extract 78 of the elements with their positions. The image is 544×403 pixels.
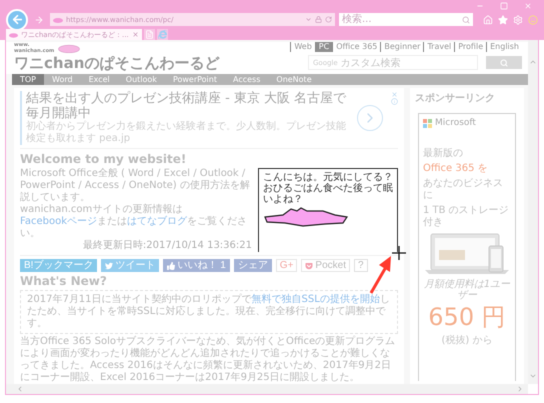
search-icon bbox=[500, 58, 508, 66]
maximize-icon[interactable] bbox=[500, 2, 508, 10]
lock-icon bbox=[315, 16, 322, 23]
cloud-icon bbox=[53, 16, 63, 22]
speech-text: おひるごはん食べた後って眠いよね？ bbox=[263, 183, 393, 205]
speech-text: こんにちは。元気にしてる？ bbox=[263, 172, 393, 183]
smiley-icon[interactable] bbox=[528, 14, 538, 24]
ad-text: あなたのビジネスに bbox=[423, 178, 504, 202]
nav-tab[interactable]: PowerPoint bbox=[164, 74, 225, 85]
pointer-arrow bbox=[368, 255, 394, 295]
last-updated-text: 最終更新日時:2017/10/14 13:36:21 bbox=[82, 240, 252, 252]
info-icon[interactable] bbox=[391, 98, 398, 105]
share-button[interactable]: B!ブックマーク bbox=[20, 259, 98, 272]
nav-tab[interactable]: Outlook bbox=[118, 74, 165, 85]
search-icon[interactable] bbox=[462, 16, 470, 24]
windows-logo-icon bbox=[423, 118, 432, 128]
share-button[interactable]: ツイート bbox=[101, 259, 160, 272]
ad-close-icon[interactable] bbox=[391, 91, 398, 98]
scroll-down-icon[interactable] bbox=[529, 372, 537, 380]
dropdown-icon[interactable] bbox=[305, 16, 312, 23]
scroll-left-icon[interactable] bbox=[16, 385, 24, 393]
text-link[interactable]: 無料で独自SSLの提供を開始 bbox=[252, 294, 380, 305]
site-search-button[interactable] bbox=[486, 56, 522, 69]
text-link[interactable]: はてなブログ bbox=[127, 216, 187, 227]
nav-tab[interactable]: Word bbox=[44, 74, 81, 85]
top-link[interactable]: PC bbox=[314, 42, 332, 52]
top-link[interactable]: Beginner bbox=[380, 42, 424, 52]
notice-text: 2017年7月11日に当サイト契約中のロリポップで無料で独自SSLの提供を開始したため、当サイトを常時SSLに対応しました。現在、完全移行に向けて調整中です。 bbox=[20, 290, 398, 334]
cloud-icon bbox=[9, 32, 18, 38]
crosshair-cursor-icon bbox=[392, 246, 406, 260]
settings-icon[interactable] bbox=[513, 14, 523, 24]
refresh-icon[interactable] bbox=[325, 16, 332, 23]
star-icon[interactable] bbox=[498, 14, 508, 24]
search-field[interactable]: 検索... bbox=[339, 13, 473, 26]
section-heading: Welcome to my website! bbox=[20, 152, 188, 166]
welcome-text: Microsoft Office全般 ( Word / Excel / Outlook / PowerPoint / Access / OneNote) の使用方法を解説しています。 bbox=[20, 168, 251, 204]
price-note: (税抜) から bbox=[440, 334, 494, 347]
home-icon[interactable] bbox=[483, 14, 493, 24]
close-icon[interactable] bbox=[132, 31, 139, 38]
back-arrow-icon bbox=[10, 13, 24, 26]
back-button[interactable] bbox=[6, 8, 28, 30]
vertical-scrollbar[interactable] bbox=[528, 40, 538, 384]
top-link[interactable]: English bbox=[486, 42, 522, 52]
share-button[interactable]: いいね！ 1 bbox=[163, 259, 230, 272]
scroll-right-icon[interactable] bbox=[516, 385, 524, 393]
browser-logo-icon[interactable] bbox=[156, 29, 168, 40]
ad-text: Office 365 を bbox=[423, 163, 489, 175]
ad-next-button[interactable] bbox=[357, 105, 383, 131]
share-button[interactable]: Pocket bbox=[301, 259, 350, 272]
top-link[interactable]: Profile bbox=[454, 42, 486, 52]
price-text: 650 円 bbox=[427, 304, 507, 330]
ad-headline[interactable]: 結果を出す人のプレゼン技術講座 - 東京 大阪 名古屋で毎月開講中 bbox=[26, 91, 349, 121]
share-button[interactable]: シェア bbox=[234, 259, 272, 272]
new-tab-icon[interactable] bbox=[144, 29, 155, 40]
pocket-icon bbox=[305, 262, 314, 270]
scroll-up-icon[interactable] bbox=[529, 58, 537, 66]
horizontal-scrollbar[interactable] bbox=[6, 384, 528, 394]
share-button[interactable]: G+ bbox=[276, 259, 298, 272]
site-title: ワニchanのぱそこんわーるど bbox=[14, 54, 220, 72]
text-link[interactable]: Facebookページ bbox=[20, 216, 97, 227]
brand-text: Microsoft bbox=[435, 118, 476, 128]
news-text: 当方Office 365 Soloサブスクライバーなため、気が付くとOfficeの更新プログラムにより画面が変わったり機能がどんどん追加されたりで追っかけることが難しくなってきました。Access 2016はそんなに頻繁に更新されないため、2017年9月2日にコーナー開設、Excel 2016コーナーは2017年9月25日に開設しました。 bbox=[20, 336, 396, 384]
price-caption: 月額使用料は1ユーザー bbox=[423, 279, 511, 301]
sidebar-heading: スポンサーリンク bbox=[415, 92, 495, 105]
share-button[interactable]: ? bbox=[354, 259, 368, 272]
top-link[interactable]: Travel bbox=[423, 42, 454, 52]
welcome-text: wanichan.comサイトの更新情報は Facebookページまたははてなブログをご覧ください。 bbox=[20, 204, 248, 240]
ad-text: 最新版の bbox=[423, 148, 464, 160]
nav-tab[interactable]: Excel bbox=[80, 74, 118, 85]
section-heading: What's New? bbox=[20, 274, 108, 288]
nav-tab[interactable]: Access bbox=[225, 74, 268, 85]
top-link[interactable]: Office 365 bbox=[332, 42, 380, 52]
nav-tab[interactable]: TOP bbox=[12, 74, 44, 85]
ad-note: 1 TB のストレージ付き bbox=[423, 205, 510, 229]
nav-tab[interactable]: OneNote bbox=[268, 74, 320, 85]
forward-arrow-icon bbox=[34, 14, 44, 24]
bird-icon bbox=[105, 262, 114, 270]
thumbs-up-icon bbox=[167, 262, 176, 270]
